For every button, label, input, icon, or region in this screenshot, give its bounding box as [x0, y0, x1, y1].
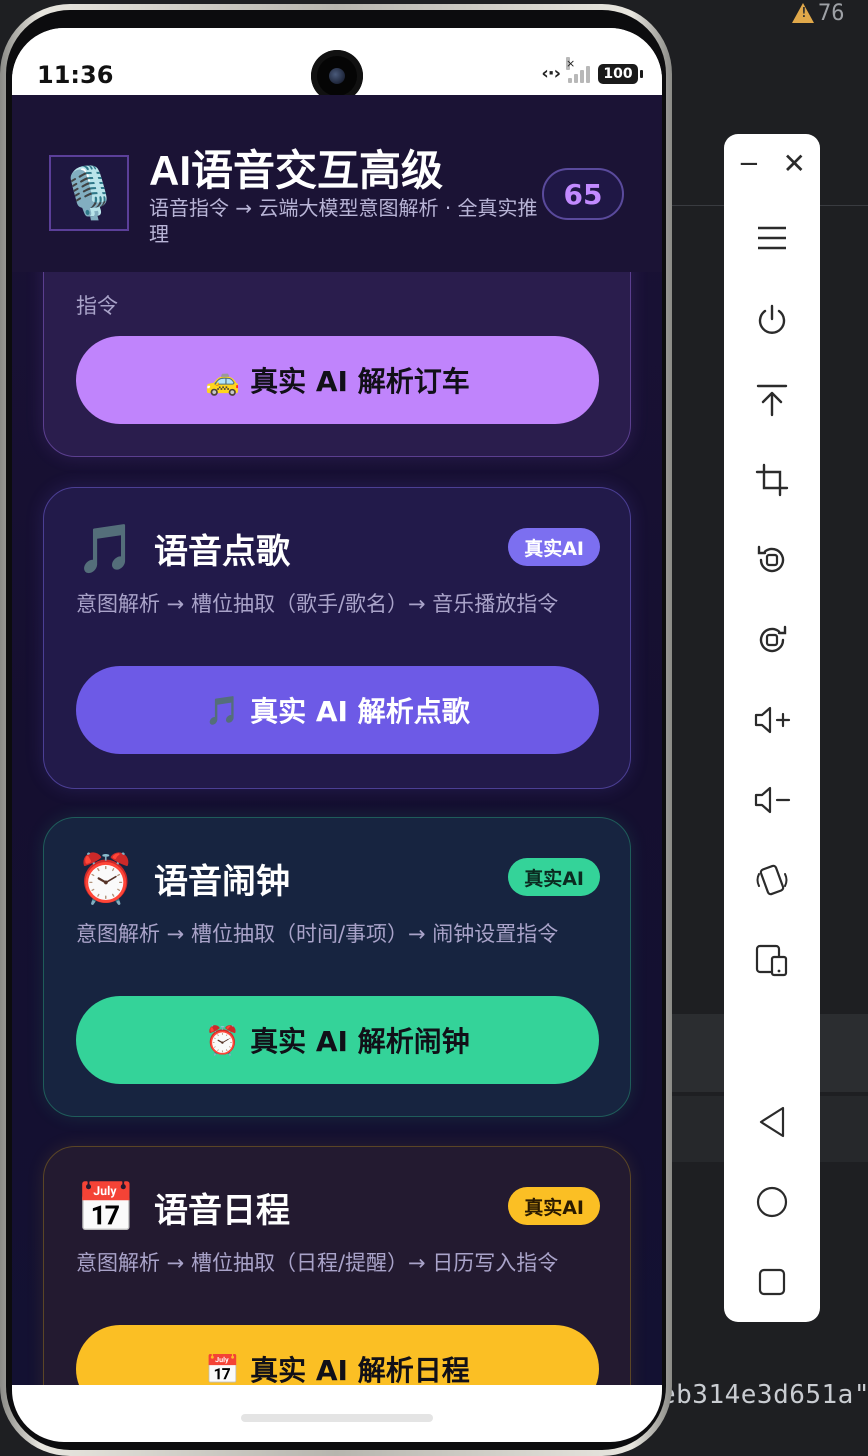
taxi-button-label: 真实 AI 解析订车	[250, 365, 470, 398]
home-indicator[interactable]	[241, 1414, 433, 1422]
crop-icon	[755, 463, 789, 497]
device-switch-button[interactable]	[724, 932, 820, 988]
card-music-header: 🎵 语音点歌 真实AI	[76, 518, 600, 578]
card-taxi-description: 指令	[76, 294, 118, 318]
card-alarm-badge: 真实AI	[508, 858, 600, 896]
taxi-icon: 🚕	[205, 363, 241, 397]
card-alarm: ⏰ 语音闹钟 真实AI 意图解析 → 槽位抽取（时间/事项）→ 闹钟设置指令 ⏰…	[43, 817, 631, 1117]
toolbar-window-controls: − ✕	[724, 144, 820, 184]
schedule-ai-parse-button[interactable]: 📅 真实 AI 解析日程	[76, 1325, 599, 1385]
card-alarm-title: 语音闹钟	[154, 862, 290, 902]
volume-down-icon	[754, 786, 791, 814]
battery-level: 100	[603, 65, 633, 82]
power-button[interactable]	[724, 292, 820, 348]
volume-down-button[interactable]	[724, 772, 820, 828]
alarm-clock-icon: ⏰	[205, 1023, 241, 1057]
card-schedule-header: 📅 语音日程 真实AI	[76, 1177, 600, 1237]
pin-top-icon	[756, 384, 788, 417]
menu-button[interactable]	[724, 210, 820, 266]
cellular-signal-icon: ×	[566, 56, 590, 83]
page-subtitle: 语音指令 → 云端大模型意图解析 · 全真实推理	[149, 196, 538, 246]
taxi-ai-parse-button[interactable]: 🚕 真实 AI 解析订车	[76, 336, 599, 424]
alarm-clock-icon: ⏰	[76, 850, 136, 907]
home-button[interactable]	[724, 1174, 820, 1230]
score-badge: 65	[542, 168, 624, 220]
app-header: 🎙️ AI语音交互高级 语音指令 → 云端大模型意图解析 · 全真实推理 65	[12, 95, 662, 272]
back-icon	[759, 1106, 785, 1138]
shake-icon	[756, 864, 788, 896]
device-switch-icon	[755, 944, 788, 977]
warning-icon	[792, 3, 814, 23]
close-icon[interactable]: ✕	[783, 150, 806, 178]
pin-top-button[interactable]	[724, 372, 820, 428]
power-icon	[758, 304, 786, 334]
status-bar: 11:36 ‹·› × 100	[12, 28, 662, 102]
music-button-label: 真实 AI 解析点歌	[250, 695, 470, 728]
card-schedule-description: 意图解析 → 槽位抽取（日程/提醒）→ 日历写入指令	[76, 1251, 559, 1275]
warning-indicator[interactable]: 76	[792, 0, 845, 26]
emulator-toolbar: − ✕	[724, 134, 820, 1322]
volume-up-button[interactable]	[724, 692, 820, 748]
microphone-icon: 🎙️	[49, 155, 129, 231]
card-alarm-description: 意图解析 → 槽位抽取（时间/事项）→ 闹钟设置指令	[76, 922, 559, 946]
card-schedule: 📅 语音日程 真实AI 意图解析 → 槽位抽取（日程/提醒）→ 日历写入指令 📅…	[43, 1146, 631, 1385]
menu-icon	[758, 226, 786, 250]
calendar-icon: 📅	[205, 1352, 241, 1386]
volume-up-icon	[754, 706, 791, 734]
alarm-button-label: 真实 AI 解析闹钟	[250, 1025, 470, 1058]
music-ai-parse-button[interactable]: 🎵 真实 AI 解析点歌	[76, 666, 599, 754]
card-alarm-header: ⏰ 语音闹钟 真实AI	[76, 848, 600, 908]
page-title: AI语音交互高级	[149, 147, 444, 194]
music-note-icon: 🎵	[205, 693, 241, 727]
card-schedule-badge: 真实AI	[508, 1187, 600, 1225]
card-music: 🎵 语音点歌 真实AI 意图解析 → 槽位抽取（歌手/歌名）→ 音乐播放指令 🎵…	[43, 487, 631, 789]
rotate-right-button[interactable]	[724, 612, 820, 668]
shake-button[interactable]	[724, 852, 820, 908]
crop-button[interactable]	[724, 452, 820, 508]
home-icon	[756, 1186, 788, 1218]
rotate-left-button[interactable]	[724, 532, 820, 588]
card-music-badge: 真实AI	[508, 528, 600, 566]
warning-count: 76	[818, 0, 845, 26]
code-fragment-right: eb314e3d651a"	[660, 1380, 868, 1410]
battery-icon: 100	[598, 63, 643, 84]
status-time: 11:36	[37, 61, 114, 89]
music-note-icon: 🎵	[76, 520, 136, 577]
card-music-title: 语音点歌	[154, 532, 290, 572]
status-icons: ‹·› × 100	[541, 56, 643, 84]
rotate-left-icon	[757, 545, 785, 573]
network-activity-icon: ‹·›	[541, 63, 561, 84]
overview-button[interactable]	[724, 1254, 820, 1310]
calendar-icon: 📅	[76, 1179, 136, 1236]
back-button[interactable]	[724, 1094, 820, 1150]
schedule-button-label: 真实 AI 解析日程	[250, 1354, 470, 1385]
rotate-right-icon	[759, 625, 787, 653]
app-content: 🎙️ AI语音交互高级 语音指令 → 云端大模型意图解析 · 全真实推理 65 …	[12, 95, 662, 1385]
overview-icon	[758, 1268, 786, 1296]
card-music-description: 意图解析 → 槽位抽取（歌手/歌名）→ 音乐播放指令	[76, 592, 559, 616]
minimize-icon[interactable]: −	[738, 151, 760, 177]
card-schedule-title: 语音日程	[154, 1191, 290, 1231]
alarm-ai-parse-button[interactable]: ⏰ 真实 AI 解析闹钟	[76, 996, 599, 1084]
phone-screen: 11:36 ‹·› × 100 🎙️ AI语音交互高级 语音指令 → 云端大模型…	[12, 28, 662, 1442]
